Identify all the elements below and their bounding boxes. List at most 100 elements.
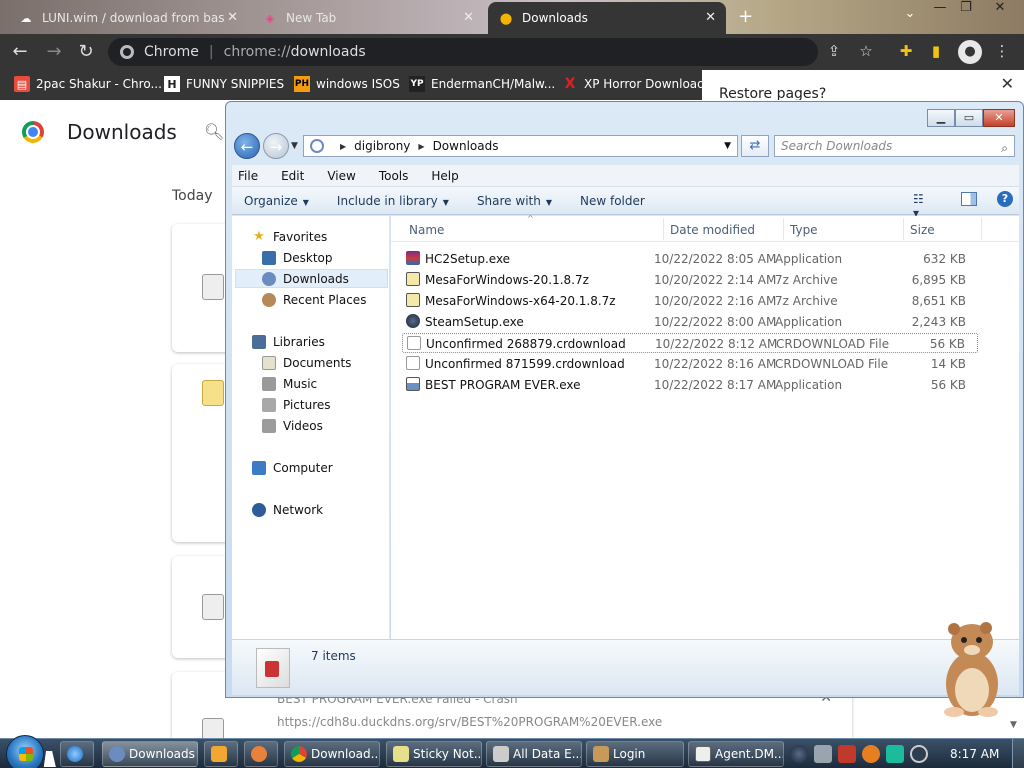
close-window-icon[interactable]: ✕ <box>988 0 1012 20</box>
menu-view[interactable]: View <box>315 169 366 183</box>
star-icon[interactable]: ☆ <box>856 42 876 62</box>
close-tab-icon[interactable]: ✕ <box>463 10 474 25</box>
column-size[interactable]: Size <box>910 223 935 237</box>
breadcrumb-arrow-icon[interactable]: ▶ <box>418 142 424 151</box>
preview-pane-icon[interactable] <box>961 192 977 206</box>
close-tab-icon[interactable]: ✕ <box>705 10 716 25</box>
nav-downloads[interactable]: Downloads <box>235 269 388 288</box>
hamster-mascot-icon[interactable] <box>936 618 1006 718</box>
tab-new-tab[interactable]: ◈ New Tab ✕ <box>252 2 484 34</box>
file-row[interactable]: MesaForWindows-20.1.8.7z 10/20/2022 2:14… <box>402 270 978 290</box>
chevron-down-icon[interactable]: ⌄ <box>898 6 922 26</box>
minimize-icon[interactable]: ▁ <box>927 109 955 127</box>
file-row[interactable]: SteamSetup.exe 10/22/2022 8:00 AM Applic… <box>402 312 978 332</box>
back-arrow-icon[interactable]: ← <box>234 133 260 159</box>
minimize-icon[interactable]: — <box>928 0 952 20</box>
extensions-icon[interactable]: ✚ <box>896 42 916 62</box>
bookmark-2pac[interactable]: ▤ 2pac Shakur - Chro... <box>14 76 162 92</box>
file-row[interactable]: Unconfirmed 268879.crdownload 10/22/2022… <box>402 333 978 353</box>
nav-favorites[interactable]: ★ Favorites <box>252 227 408 246</box>
monitor-icon[interactable] <box>886 745 904 763</box>
forward-arrow-icon[interactable]: → <box>263 133 289 159</box>
restore-icon[interactable]: ❐ <box>954 0 978 20</box>
reload-icon[interactable]: ↻ <box>74 40 98 64</box>
recent-pages-dropdown-icon[interactable]: ▼ <box>291 141 298 151</box>
address-bar[interactable]: Chrome | chrome://downloads <box>108 38 818 66</box>
change-view-icon[interactable]: ☷ ▾ <box>913 192 931 220</box>
file-row[interactable]: HC2Setup.exe 10/22/2022 8:05 AM Applicat… <box>402 249 978 269</box>
breadcrumb-arrow-icon[interactable]: ▶ <box>340 142 346 151</box>
menu-file[interactable]: File <box>232 169 269 183</box>
taskbar-all-data[interactable]: All Data E... <box>486 741 582 767</box>
menu-edit[interactable]: Edit <box>269 169 315 183</box>
taskbar-login[interactable]: Login <box>586 741 684 767</box>
share-icon[interactable]: ⇪ <box>824 42 844 62</box>
column-divider[interactable] <box>981 218 982 240</box>
bookmark-windows-isos[interactable]: PH windows ISOS <box>294 76 400 92</box>
column-name[interactable]: Name <box>409 223 444 237</box>
antivirus-icon[interactable] <box>838 745 856 763</box>
bookmark-endermanch[interactable]: YP EndermanCH/Malw... <box>409 76 555 92</box>
taskbar-agent[interactable]: Agent.DM... <box>688 741 784 767</box>
nav-music[interactable]: Music <box>262 374 388 393</box>
column-divider[interactable] <box>783 218 784 240</box>
menu-dots-icon[interactable]: ⋮ <box>992 42 1012 62</box>
close-tab-icon[interactable]: ✕ <box>227 10 238 25</box>
show-desktop-button[interactable] <box>1012 739 1024 768</box>
file-row[interactable]: BEST PROGRAM EVER.exe 10/22/2022 8:17 AM… <box>402 375 978 395</box>
address-bar[interactable]: ▶ digibrony ▶ Downloads ▼ <box>303 135 738 157</box>
taskbar-sticky-notes[interactable]: Sticky Not... <box>386 741 482 767</box>
column-divider[interactable] <box>663 218 664 240</box>
column-divider[interactable] <box>903 218 904 240</box>
close-window-icon[interactable]: ✕ <box>983 109 1015 127</box>
tab-luni[interactable]: ☁ LUNI.wim / download from bas ✕ <box>8 2 248 34</box>
close-icon[interactable]: ✕ <box>1001 74 1014 93</box>
address-dropdown-icon[interactable]: ▼ <box>724 141 731 151</box>
clock[interactable]: 8:17 AM <box>950 747 999 761</box>
download-url[interactable]: https://cdh8u.duckdns.org/srv/BEST%20PRO… <box>277 715 662 729</box>
forward-arrow-icon[interactable]: → <box>42 40 66 64</box>
nav-recent-places[interactable]: Recent Places <box>262 290 388 309</box>
bookmark-funny-snippies[interactable]: H FUNNY SNIPPIES <box>164 76 284 92</box>
nav-libraries[interactable]: Libraries <box>252 332 408 351</box>
menu-help[interactable]: Help <box>419 169 469 183</box>
file-row[interactable]: MesaForWindows-x64-20.1.8.7z 10/20/2022 … <box>402 291 978 311</box>
search-icon[interactable]: ⌕ <box>1001 138 1008 158</box>
breadcrumb-user[interactable]: digibrony <box>354 139 410 153</box>
search-icon[interactable]: 🔍︎ <box>204 122 224 141</box>
breadcrumb-downloads[interactable]: Downloads <box>433 139 499 153</box>
new-tab-button[interactable]: + <box>738 6 753 27</box>
internet-explorer-icon[interactable] <box>60 741 94 767</box>
nav-network[interactable]: Network <box>252 500 408 519</box>
refresh-icon[interactable]: ⇄ <box>741 135 769 157</box>
bookmark-xp-horror[interactable]: X XP Horror Download <box>562 76 705 92</box>
maximize-icon[interactable]: ▭ <box>955 109 983 127</box>
media-player-icon[interactable] <box>204 741 238 767</box>
steam-icon[interactable] <box>790 745 808 763</box>
search-tray-icon[interactable] <box>862 745 880 763</box>
tray-app-icon[interactable] <box>814 745 832 763</box>
start-button[interactable] <box>6 735 44 768</box>
profile-avatar-icon[interactable]: ● <box>958 40 982 64</box>
help-icon[interactable]: ? <box>997 191 1013 207</box>
include-in-library-button[interactable]: Include in library ▼ <box>325 194 465 208</box>
network-status-icon[interactable] <box>910 745 928 763</box>
back-arrow-icon[interactable]: ← <box>8 40 32 64</box>
search-input[interactable]: Search Downloads ⌕ <box>774 135 1015 157</box>
nav-computer[interactable]: Computer <box>252 458 408 477</box>
share-with-button[interactable]: Share with ▼ <box>465 194 568 208</box>
file-row[interactable]: Unconfirmed 871599.crdownload 10/22/2022… <box>402 354 978 374</box>
paint-icon[interactable] <box>244 741 278 767</box>
taskbar-explorer-downloads[interactable]: Downloads <box>102 741 198 767</box>
side-panel-icon[interactable]: ▮ <box>926 42 946 62</box>
nav-videos[interactable]: Videos <box>262 416 388 435</box>
tab-downloads[interactable]: ⬤ Downloads ✕ <box>488 2 726 34</box>
column-type[interactable]: Type <box>790 223 818 237</box>
column-date-modified[interactable]: Date modified <box>670 223 755 237</box>
menu-tools[interactable]: Tools <box>367 169 420 183</box>
scroll-down-arrow-icon[interactable]: ▼ <box>1010 720 1017 730</box>
organize-button[interactable]: Organize ▼ <box>232 194 325 208</box>
new-folder-button[interactable]: New folder <box>568 194 661 208</box>
nav-pictures[interactable]: Pictures <box>262 395 388 414</box>
nav-desktop[interactable]: Desktop <box>262 248 388 267</box>
